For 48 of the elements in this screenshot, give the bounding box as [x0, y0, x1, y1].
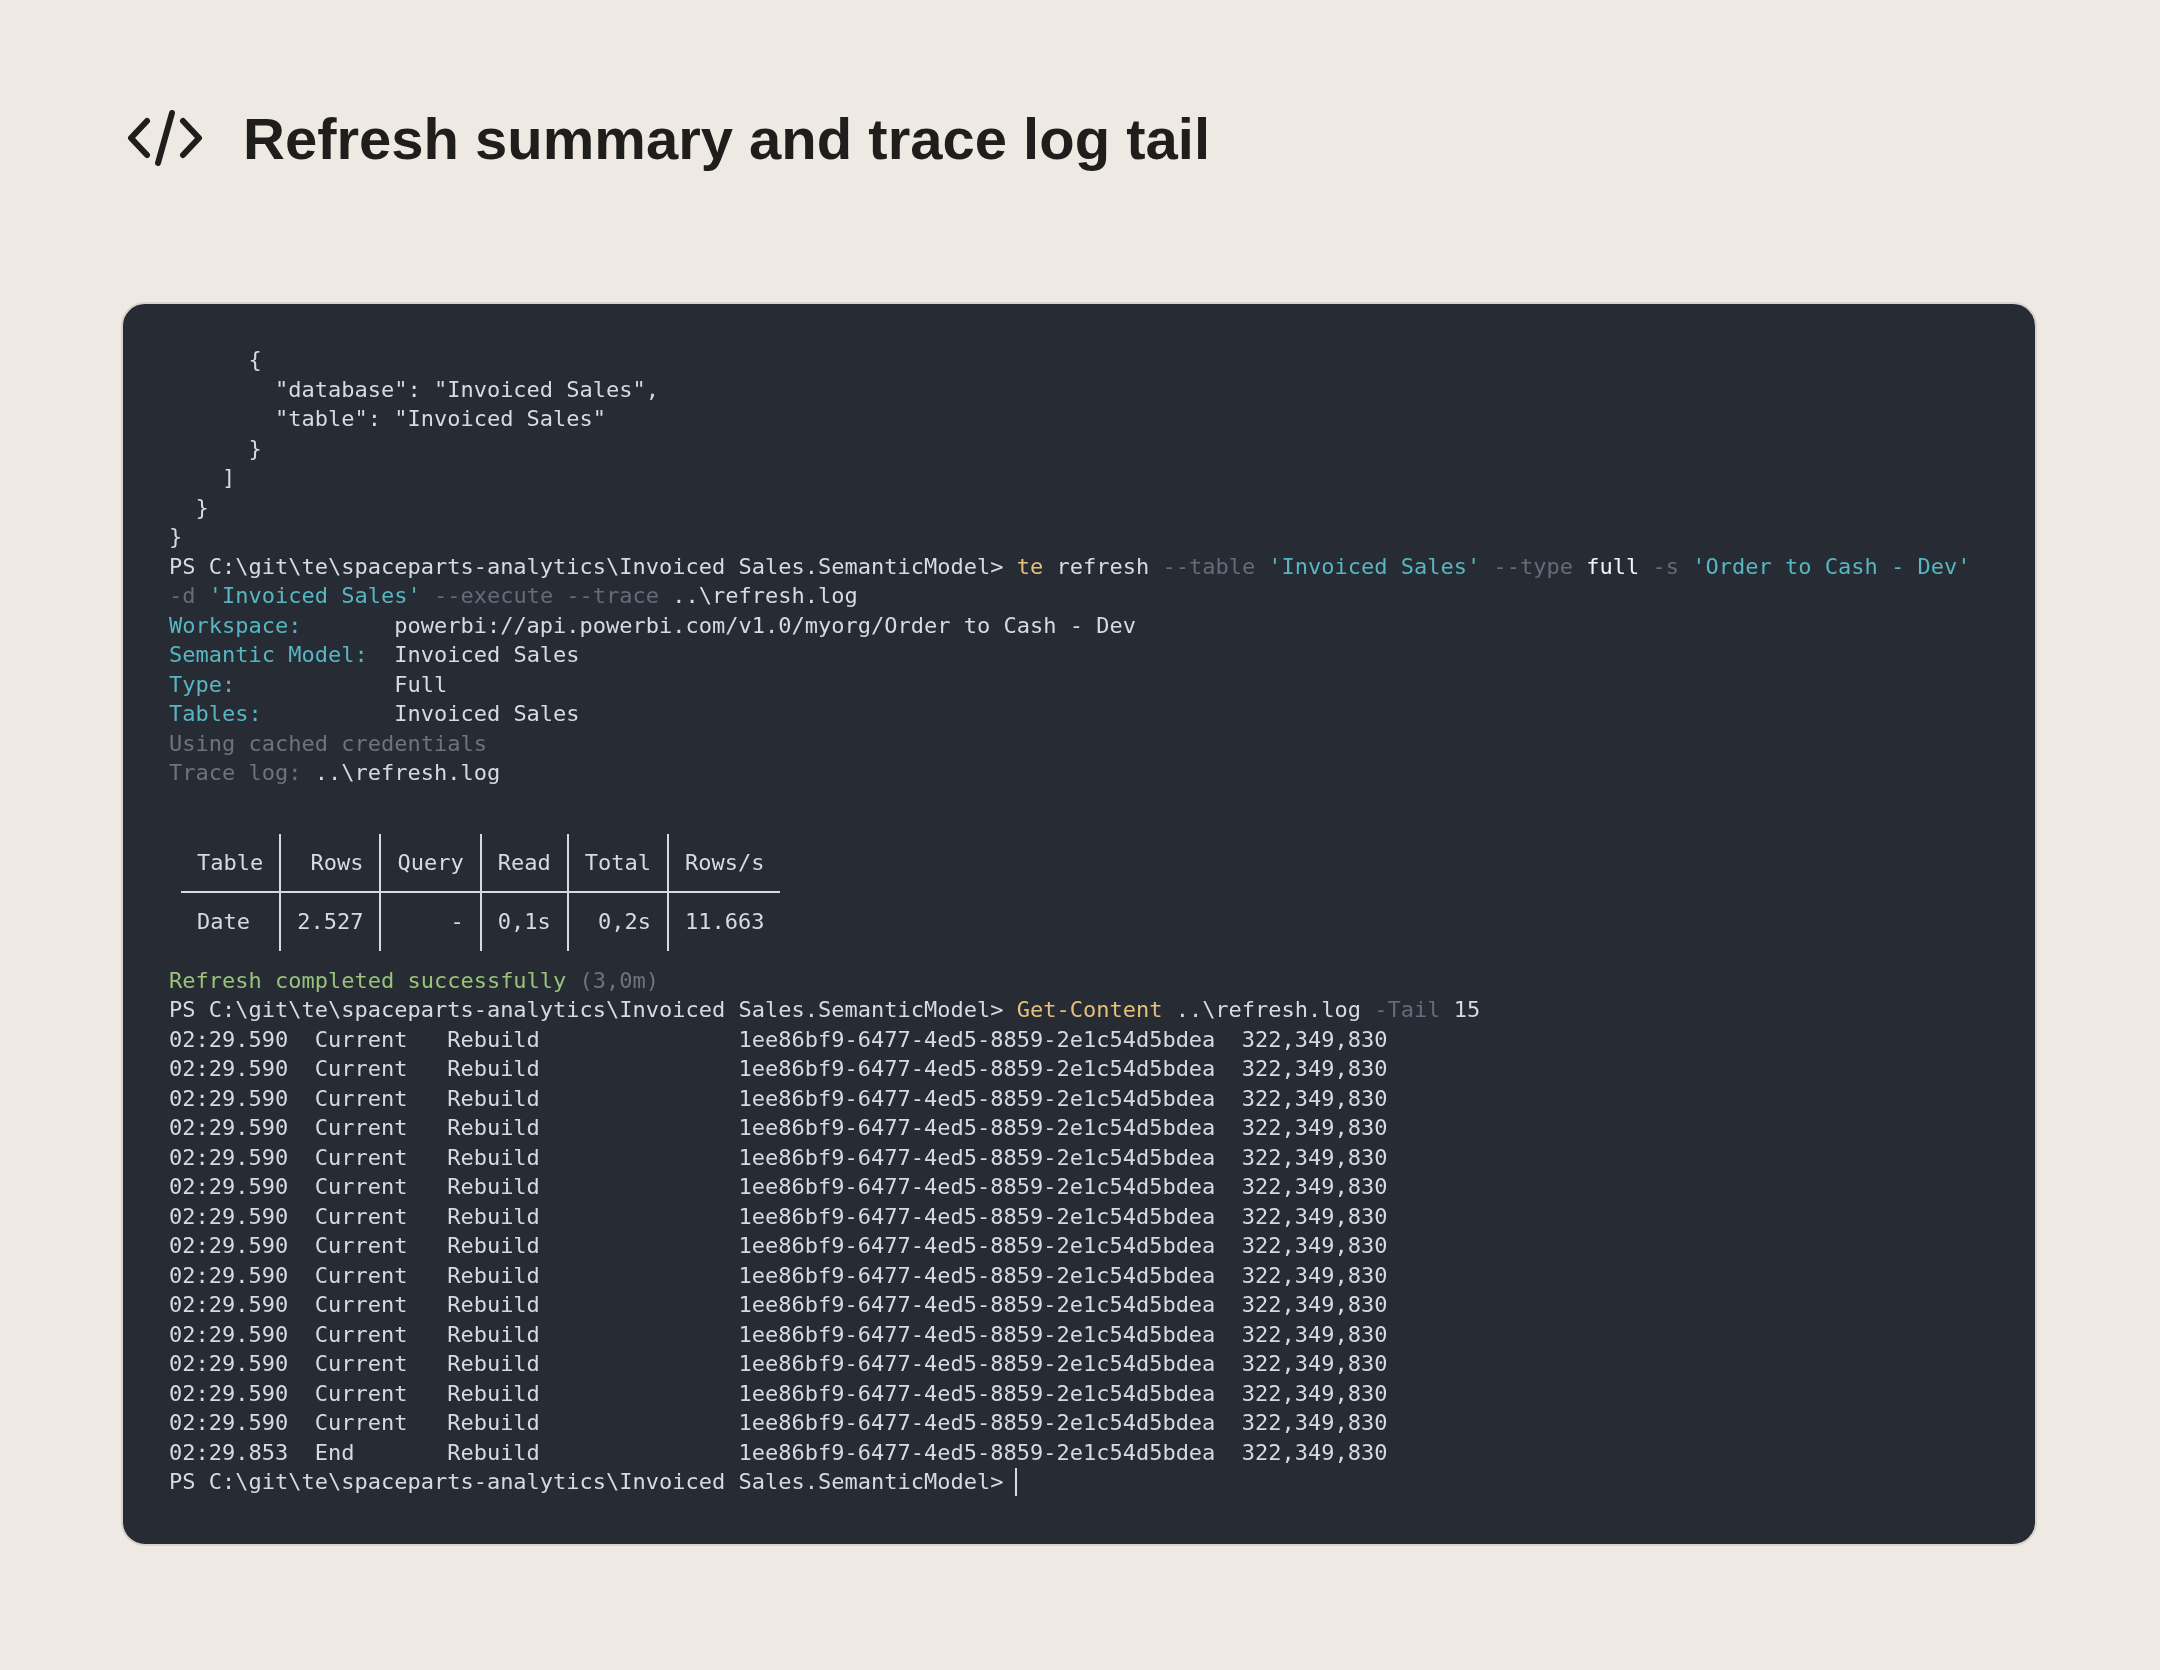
- column-header: Table: [181, 833, 280, 893]
- terminal-line: 02:29.590 Current Rebuild 1ee86bf9-6477-4ed5-8859-2e1c54d5bdea 322,349,830: [169, 1350, 1388, 1378]
- terminal-line: "table": "Invoiced Sales": [273, 405, 607, 433]
- terminal-line: {: [247, 346, 262, 374]
- terminal-line: PS C:\git\te\spaceparts-analytics\Invoiced Sales.SemanticModel> te refresh --table 'Invoiced Sales' --type full -s 'Order to Cash - Dev': [169, 552, 1971, 581]
- terminal-line: }: [194, 493, 209, 522]
- terminal-line: -d 'Invoiced Sales' --execute --trace ..\refresh.log: [169, 582, 858, 610]
- table-cell: 2.527: [279, 893, 380, 951]
- terminal-line: 02:29.590 Current Rebuild 1ee86bf9-6477-4ed5-8859-2e1c54d5bdea 322,349,830: [169, 1261, 1388, 1290]
- table-cell: 0,1s: [479, 893, 567, 951]
- terminal-line: Workspace: powerbi://api.powerbi.com/v1.0/myorg/Order to Cash - Dev: [169, 611, 1136, 640]
- terminal-line: }: [247, 434, 262, 463]
- terminal-line: 02:29.590 Current Rebuild 1ee86bf9-6477-4ed5-8859-2e1c54d5bdea 322,349,830: [169, 1379, 1388, 1408]
- terminal-line: Semantic Model: Invoiced Sales: [169, 641, 580, 669]
- terminal-line: Tables: Invoiced Sales: [169, 700, 580, 728]
- column-header: Query: [379, 833, 480, 893]
- terminal-line: PS C:\git\te\spaceparts-analytics\Invoiced Sales.SemanticModel> Get-Content ..\refresh.log -Tail 15: [169, 996, 1481, 1024]
- table-cell: 11.663: [666, 893, 781, 951]
- terminal-line: 02:29.590 Current Rebuild 1ee86bf9-6477-4ed5-8859-2e1c54d5bdea 322,349,830: [169, 1025, 1388, 1054]
- table-cell: 0,2s: [566, 893, 667, 951]
- text-cursor: [1015, 1467, 1018, 1496]
- page-title: Refresh summary and trace log tail: [243, 104, 1210, 172]
- column-header: Rows/s: [666, 833, 781, 893]
- column-header: Read: [479, 833, 567, 893]
- code-icon: [127, 109, 203, 167]
- column-header: Rows: [279, 833, 380, 893]
- terminal-line: 02:29.590 Current Rebuild 1ee86bf9-6477-4ed5-8859-2e1c54d5bdea 322,349,830: [169, 1055, 1388, 1083]
- terminal-line: Trace log: ..\refresh.log: [169, 759, 501, 787]
- terminal-prompt: PS C:\git\te\spaceparts-analytics\Invoiced Sales.SemanticModel>: [169, 1468, 1004, 1496]
- terminal-line: Using cached credentials: [169, 729, 487, 758]
- terminal-line: Refresh completed successfully (3,0m): [169, 966, 660, 995]
- terminal-line: "database": "Invoiced Sales",: [273, 375, 660, 404]
- terminal-line: 02:29.590 Current Rebuild 1ee86bf9-6477-4ed5-8859-2e1c54d5bdea 322,349,830: [169, 1320, 1388, 1349]
- column-header: Total: [566, 833, 667, 893]
- terminal-line: 02:29.590 Current Rebuild 1ee86bf9-6477-4ed5-8859-2e1c54d5bdea 322,349,830: [169, 1232, 1388, 1260]
- terminal-line: 02:29.590 Current Rebuild 1ee86bf9-6477-4ed5-8859-2e1c54d5bdea 322,349,830: [169, 1291, 1388, 1319]
- terminal-line: 02:29.590 Current Rebuild 1ee86bf9-6477-4ed5-8859-2e1c54d5bdea 322,349,830: [169, 1114, 1388, 1142]
- terminal-line: ]: [220, 464, 236, 492]
- terminal-line: 02:29.590 Current Rebuild 1ee86bf9-6477-4ed5-8859-2e1c54d5bdea 322,349,830: [169, 1084, 1388, 1113]
- table-cell: -: [379, 893, 480, 951]
- terminal-line: 02:29.853 End Rebuild 1ee86bf9-6477-4ed5-8859-2e1c54d5bdea 322,349,830: [169, 1438, 1388, 1467]
- terminal-line: 02:29.590 Current Rebuild 1ee86bf9-6477-4ed5-8859-2e1c54d5bdea 322,349,830: [169, 1143, 1388, 1172]
- terminal-line: }: [169, 523, 183, 551]
- terminal-line: 02:29.590 Current Rebuild 1ee86bf9-6477-4ed5-8859-2e1c54d5bdea 322,349,830: [169, 1173, 1388, 1201]
- table-cell-text: Date: [196, 908, 251, 936]
- terminal-line: Type: Full: [169, 670, 448, 699]
- terminal-line: 02:29.590 Current Rebuild 1ee86bf9-6477-4ed5-8859-2e1c54d5bdea 322,349,830: [169, 1409, 1388, 1437]
- terminal-line: 02:29.590 Current Rebuild 1ee86bf9-6477-4ed5-8859-2e1c54d5bdea 322,349,830: [169, 1202, 1388, 1231]
